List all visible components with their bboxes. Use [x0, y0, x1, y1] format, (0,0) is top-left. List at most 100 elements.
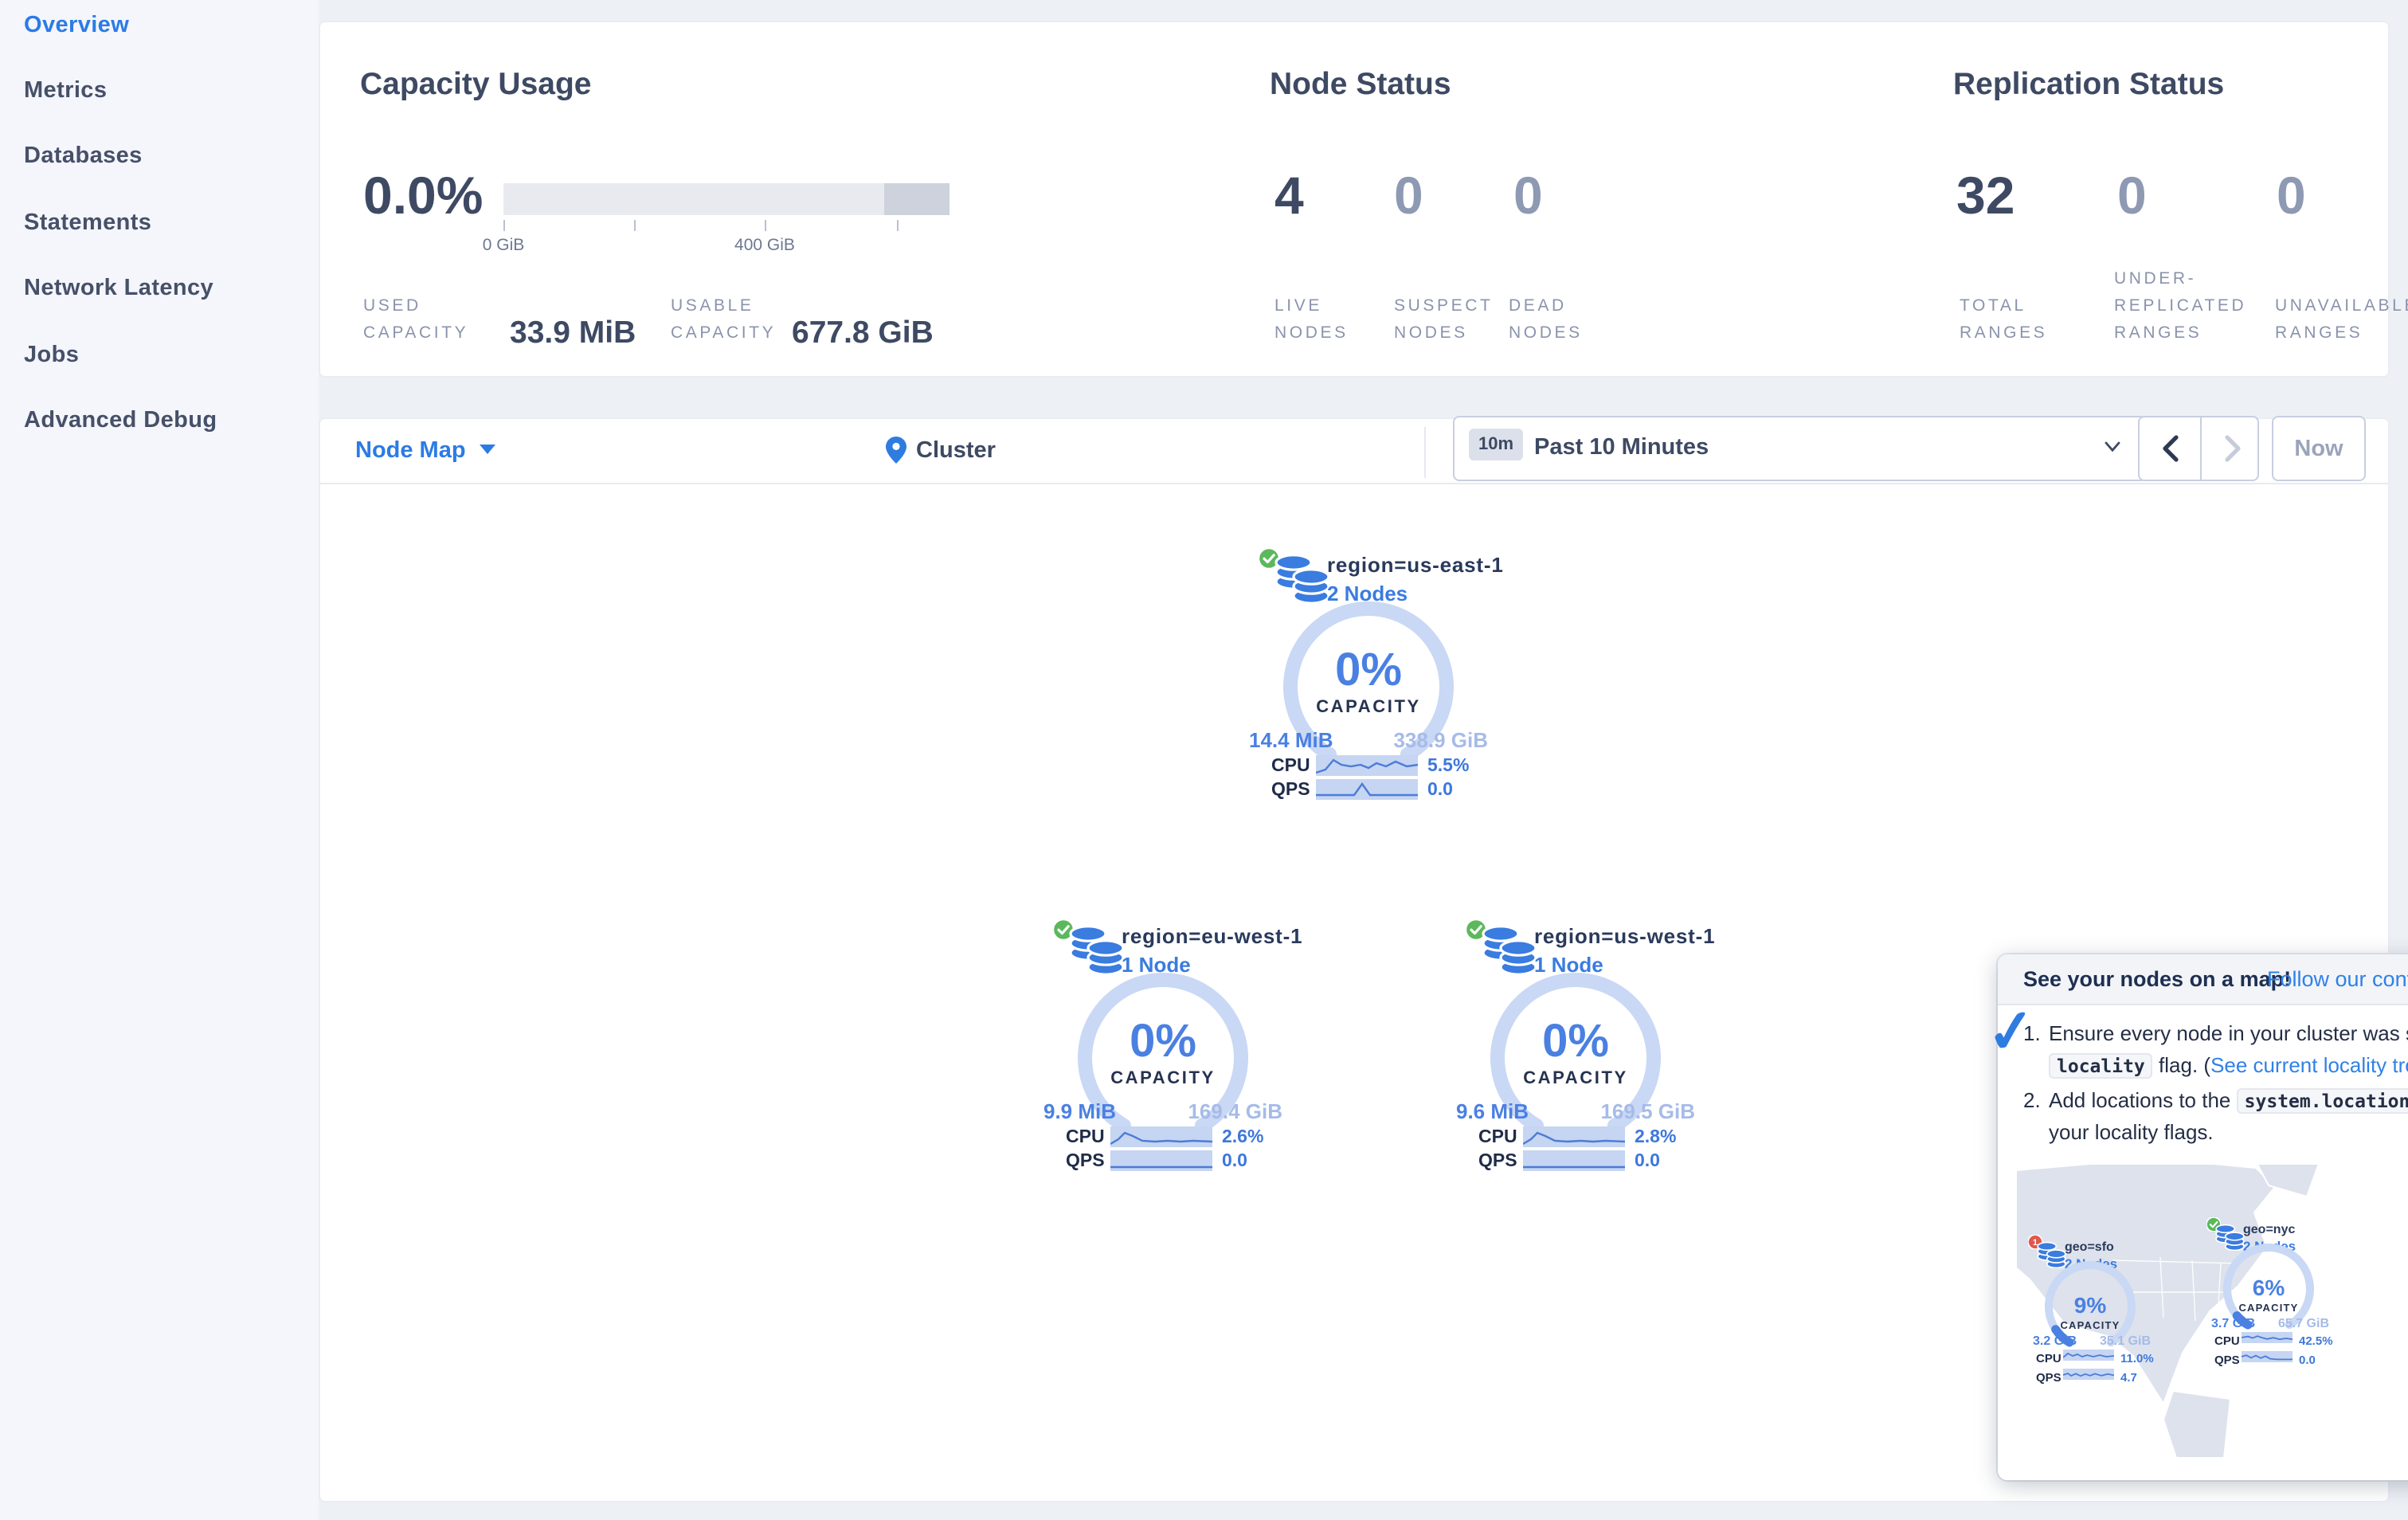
qps-label: QPS: [2214, 1353, 2240, 1367]
node-map-setup-popup: See your nodes on a map! Follow our conf…: [1983, 954, 2408, 1480]
sidebar-item-metrics[interactable]: Metrics: [24, 78, 107, 104]
cpu-value: 11.0%: [2120, 1351, 2154, 1365]
capacity-percent: 0%: [1335, 645, 1402, 696]
sidebar-item-jobs[interactable]: Jobs: [24, 343, 79, 368]
capacity-label: CAPACITY: [1110, 1069, 1216, 1088]
view-mode-dropdown[interactable]: Node Map: [355, 438, 496, 464]
locality-tree-link[interactable]: See current locality tree: [2210, 1053, 2408, 1077]
total-value: 169.5 GiB: [1600, 1099, 1695, 1123]
cpu-sparkline: [1316, 755, 1418, 776]
step-number: 2.: [2023, 1088, 2041, 1112]
cpu-value: 2.6%: [1222, 1128, 1264, 1147]
time-range-select[interactable]: 10m Past 10 Minutes: [1453, 416, 2148, 481]
breadcrumb[interactable]: Cluster: [886, 437, 996, 464]
live-nodes-count: 4: [1274, 166, 1304, 225]
qps-sparkline: [2063, 1369, 2114, 1380]
unavailable-ranges-label: UNAVAILABLE RANGES: [2275, 296, 2408, 343]
capacity-tick-label-min: 0 GiB: [482, 236, 525, 255]
dead-nodes-count: 0: [1513, 166, 1543, 225]
capacity-tick: [634, 220, 636, 231]
chevron-left-icon: [2162, 435, 2178, 462]
chevron-down-icon: [480, 445, 496, 454]
instruction-step-2: 2. Add locations to the system.locations …: [2023, 1085, 2408, 1147]
qps-value: 0.0: [1635, 1152, 1660, 1171]
qps-value: 4.7: [2120, 1370, 2137, 1385]
suspect-nodes-label: SUSPECT NODES: [1394, 296, 1494, 343]
now-button[interactable]: Now: [2272, 416, 2366, 481]
qps-value: 0.0: [1427, 781, 1453, 800]
cpu-sparkline: [2242, 1332, 2292, 1343]
mini-cluster-name: geo=sfo: [2065, 1240, 2114, 1254]
capacity-label: CAPACITY: [1523, 1069, 1628, 1088]
cpu-sparkline: [1110, 1126, 1212, 1147]
sidebar-item-network-latency[interactable]: Network Latency: [24, 276, 213, 301]
step-text: Add locations to the: [2049, 1088, 2231, 1112]
unavailable-ranges-count: 0: [2277, 166, 2306, 225]
capacity-tick: [765, 220, 766, 231]
step-text: Ensure every node in your cluster was st…: [2049, 1021, 2408, 1045]
capacity-label: CAPACITY: [1316, 698, 1421, 717]
step-text: your locality flags.: [2049, 1120, 2214, 1144]
qps-label: QPS: [2036, 1370, 2061, 1385]
total-ranges-count: 32: [1956, 166, 2015, 225]
usable-capacity-value: 677.8 GiB: [792, 315, 934, 351]
capacity-percent: 6%: [2252, 1275, 2285, 1300]
popup-instructions: 1. Ensure every node in your cluster was …: [2023, 1018, 2408, 1150]
qps-value: 0.0: [1222, 1152, 1247, 1171]
capacity-tick: [503, 220, 505, 231]
cluster-name: region=eu-west-1: [1122, 924, 1303, 948]
qps-label: QPS: [1066, 1152, 1105, 1171]
instruction-step-1: 1. Ensure every node in your cluster was …: [2023, 1018, 2408, 1082]
suspect-nodes-count: 0: [1394, 166, 1423, 225]
total-value: 35.1 GiB: [2099, 1334, 2151, 1348]
chevron-down-icon: [2105, 441, 2120, 452]
configuration-guide-link[interactable]: Follow our configuration guide: [2267, 967, 2408, 991]
chevron-right-icon: [2224, 435, 2240, 462]
capacity-label: CAPACITY: [2238, 1303, 2299, 1314]
sidebar-item-databases[interactable]: Databases: [24, 143, 143, 169]
capacity-tick: [897, 220, 899, 231]
total-value: 65.7 GiB: [2277, 1316, 2329, 1330]
cpu-label: CPU: [2036, 1351, 2061, 1365]
view-mode-label: Node Map: [355, 438, 466, 464]
sidebar-item-statements[interactable]: Statements: [24, 210, 151, 236]
qps-sparkline: [1523, 1150, 1625, 1171]
used-capacity-label: USED CAPACITY: [363, 296, 469, 343]
live-nodes-label: LIVE NODES: [1274, 296, 1349, 343]
cluster-name: region=us-west-1: [1534, 924, 1716, 948]
toolbar-separator: [1424, 427, 1426, 478]
cpu-label: CPU: [1478, 1128, 1517, 1147]
time-step-buttons: [2138, 416, 2259, 481]
capacity-percent: 0%: [1130, 1017, 1196, 1068]
cpu-value: 2.8%: [1635, 1128, 1677, 1147]
total-ranges-label: TOTAL RANGES: [1960, 296, 2048, 343]
popup-title: See your nodes on a map!: [2023, 967, 2292, 991]
time-range-badge: 10m: [1469, 429, 1524, 460]
sidebar-item-overview[interactable]: Overview: [24, 13, 129, 38]
used-capacity-value: 33.9 MiB: [510, 315, 636, 351]
cpu-label: CPU: [2214, 1334, 2240, 1348]
qps-sparkline: [1316, 779, 1418, 800]
sidebar-item-advanced-debug[interactable]: Advanced Debug: [24, 408, 217, 433]
cpu-sparkline: [1523, 1126, 1625, 1147]
qps-sparkline: [2242, 1351, 2292, 1362]
time-forward-button[interactable]: [2202, 417, 2262, 480]
capacity-percent: 9%: [2073, 1292, 2107, 1318]
capacity-percent: 0%: [1542, 1017, 1609, 1068]
capacity-usage-title: Capacity Usage: [360, 67, 592, 102]
cluster-name: region=us-east-1: [1327, 553, 1504, 577]
time-back-button[interactable]: [2140, 417, 2200, 480]
popup-header: See your nodes on a map! Follow our conf…: [1998, 954, 2408, 1005]
usable-capacity-label: USABLE CAPACITY: [671, 296, 777, 343]
cpu-label: CPU: [1271, 757, 1310, 776]
cpu-sparkline: [2063, 1350, 2114, 1361]
capacity-percent: 0.0%: [363, 166, 484, 225]
location-pin-icon: [886, 437, 906, 464]
node-map-panel: Node Map Cluster 10m Past 10 Minutes Now…: [320, 416, 2408, 1501]
qps-value: 0.0: [2299, 1353, 2316, 1367]
summary-panel: Capacity Usage 0.0% 0 GiB 400 GiB USED CA…: [320, 22, 2408, 376]
app-root: Overview Metrics Databases Statements Ne…: [0, 0, 2408, 1520]
capacity-label: CAPACITY: [2060, 1321, 2120, 1332]
step-done-check-icon: ✓: [1983, 996, 2040, 1068]
example-node-map: 1 geo=sfo 2 Nodes 9% CAPACITY 3.2 GiB 35…: [2017, 1165, 2408, 1458]
